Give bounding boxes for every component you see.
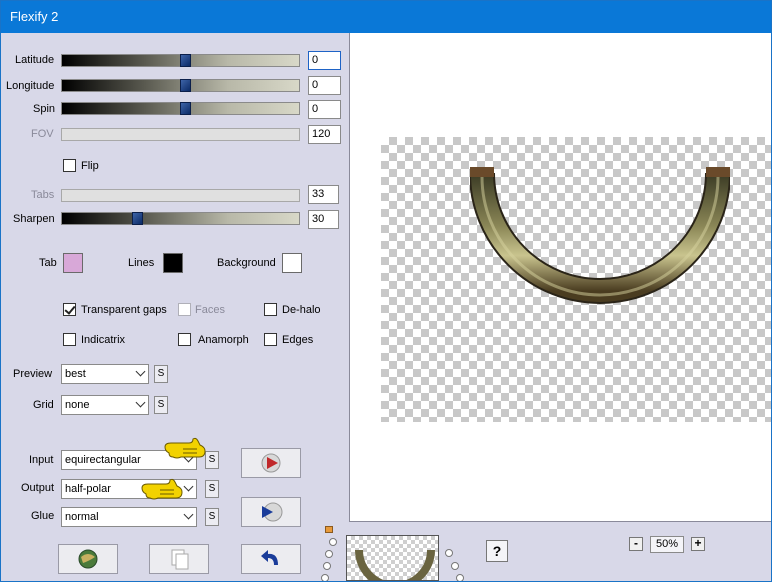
transparent-gaps-checkbox[interactable] xyxy=(63,303,76,316)
output-label: Output xyxy=(21,482,55,494)
latitude-label: Latitude xyxy=(15,54,55,66)
de-halo-label: De-halo xyxy=(282,304,321,316)
edges-checkbox[interactable] xyxy=(264,333,277,346)
thumbnail-ring xyxy=(355,549,435,580)
longitude-slider[interactable] xyxy=(61,79,300,92)
input-select-value: equirectangular xyxy=(65,454,141,466)
glue-label: Glue xyxy=(31,510,55,522)
copy-icon xyxy=(171,549,189,570)
fov-input[interactable]: 120 xyxy=(308,125,341,144)
grid-s-button[interactable]: S xyxy=(154,396,168,414)
longitude-slider-thumb[interactable] xyxy=(179,79,191,92)
tabs-label: Tabs xyxy=(31,189,55,201)
window-title: Flexify 2 xyxy=(10,9,59,24)
nav-dot[interactable] xyxy=(329,538,337,546)
spin-label: Spin xyxy=(33,103,56,115)
preview-label: Preview xyxy=(13,368,53,380)
nav-dot[interactable] xyxy=(456,574,464,581)
glue-s-button[interactable]: S xyxy=(205,508,219,526)
flip-label: Flip xyxy=(81,160,99,172)
background-color-swatch[interactable] xyxy=(282,253,302,273)
help-icon[interactable]: ? xyxy=(486,540,508,562)
undo-button[interactable] xyxy=(241,544,301,574)
glue-select[interactable]: normal xyxy=(61,507,197,527)
undo-icon xyxy=(261,550,278,565)
forward-play-button[interactable] xyxy=(241,497,301,527)
nav-dot[interactable] xyxy=(451,562,459,570)
chevron-down-icon xyxy=(135,397,146,408)
input-s-button[interactable]: S xyxy=(205,451,219,469)
play-icon xyxy=(261,453,281,473)
latitude-slider-thumb[interactable] xyxy=(179,54,191,67)
edges-label: Edges xyxy=(282,334,314,346)
lines-color-swatch[interactable] xyxy=(163,253,183,273)
preview-s-button[interactable]: S xyxy=(154,365,168,383)
nav-dot[interactable] xyxy=(445,549,453,557)
globe-button[interactable] xyxy=(58,544,118,574)
lines-color-label: Lines xyxy=(128,257,155,269)
glue-select-value: normal xyxy=(65,511,99,523)
anamorph-checkbox[interactable] xyxy=(178,333,191,346)
zoom-out-button[interactable]: - xyxy=(629,537,643,551)
pointing-hand-icon xyxy=(164,437,206,459)
globe-icon xyxy=(78,549,98,569)
longitude-label: Longitude xyxy=(6,80,55,92)
sharpen-input[interactable]: 30 xyxy=(308,210,339,229)
anamorph-label: Anamorph xyxy=(198,334,249,346)
latitude-input[interactable]: 0 xyxy=(308,51,341,70)
sharpen-slider-thumb[interactable] xyxy=(132,212,144,225)
forward-play-icon xyxy=(262,502,283,522)
transparent-gaps-label: Transparent gaps xyxy=(81,304,167,316)
preview-select[interactable]: best xyxy=(61,364,149,384)
sharpen-label: Sharpen xyxy=(13,213,55,225)
preview-area[interactable] xyxy=(349,33,771,522)
nav-dot[interactable] xyxy=(323,562,331,570)
tab-color-swatch[interactable] xyxy=(63,253,83,273)
grid-select[interactable]: none xyxy=(61,395,149,415)
longitude-input[interactable]: 0 xyxy=(308,76,341,95)
zoom-level: 50% xyxy=(650,536,684,553)
copy-button[interactable] xyxy=(149,544,209,574)
play-button[interactable] xyxy=(241,448,301,478)
input-label: Input xyxy=(29,454,54,466)
orange-marker-icon xyxy=(325,526,333,533)
output-s-button[interactable]: S xyxy=(205,480,219,498)
fov-label: FOV xyxy=(31,128,54,140)
grid-select-value: none xyxy=(65,399,90,411)
faces-label: Faces xyxy=(195,304,225,316)
tab-color-label: Tab xyxy=(39,257,57,269)
indicatrix-checkbox[interactable] xyxy=(63,333,76,346)
background-color-label: Background xyxy=(217,257,276,269)
tabs-slider xyxy=(61,189,300,202)
de-halo-checkbox[interactable] xyxy=(264,303,277,316)
pointing-hand-icon xyxy=(141,478,183,500)
title-bar: Flexify 2 xyxy=(1,1,771,33)
sharpen-slider[interactable] xyxy=(61,212,300,225)
spin-slider[interactable] xyxy=(61,102,300,115)
half-ring-preview xyxy=(470,167,730,304)
nav-dot[interactable] xyxy=(325,550,333,558)
nav-dot[interactable] xyxy=(321,574,329,581)
faces-checkbox xyxy=(178,303,191,316)
chevron-down-icon xyxy=(183,509,194,520)
output-select-value: half-polar xyxy=(65,483,111,495)
chevron-down-icon xyxy=(183,481,194,492)
tabs-input[interactable]: 33 xyxy=(308,185,339,204)
latitude-slider[interactable] xyxy=(61,54,300,67)
flip-checkbox[interactable] xyxy=(63,159,76,172)
preview-select-value: best xyxy=(65,368,86,380)
spin-slider-thumb[interactable] xyxy=(179,102,191,115)
spin-input[interactable]: 0 xyxy=(308,100,341,119)
indicatrix-label: Indicatrix xyxy=(81,334,126,346)
grid-label: Grid xyxy=(33,399,54,411)
zoom-in-button[interactable]: + xyxy=(691,537,705,551)
settings-panel: Latitude 0 Longitude 0 Spin 0 FOV 120 Fl… xyxy=(1,33,349,581)
fov-slider xyxy=(61,128,300,141)
flexify-window: Flexify 2 Latitude 0 Longitude 0 Spin 0 … xyxy=(0,0,772,582)
chevron-down-icon xyxy=(135,366,146,377)
thumbnail-navigator[interactable] xyxy=(346,535,439,581)
